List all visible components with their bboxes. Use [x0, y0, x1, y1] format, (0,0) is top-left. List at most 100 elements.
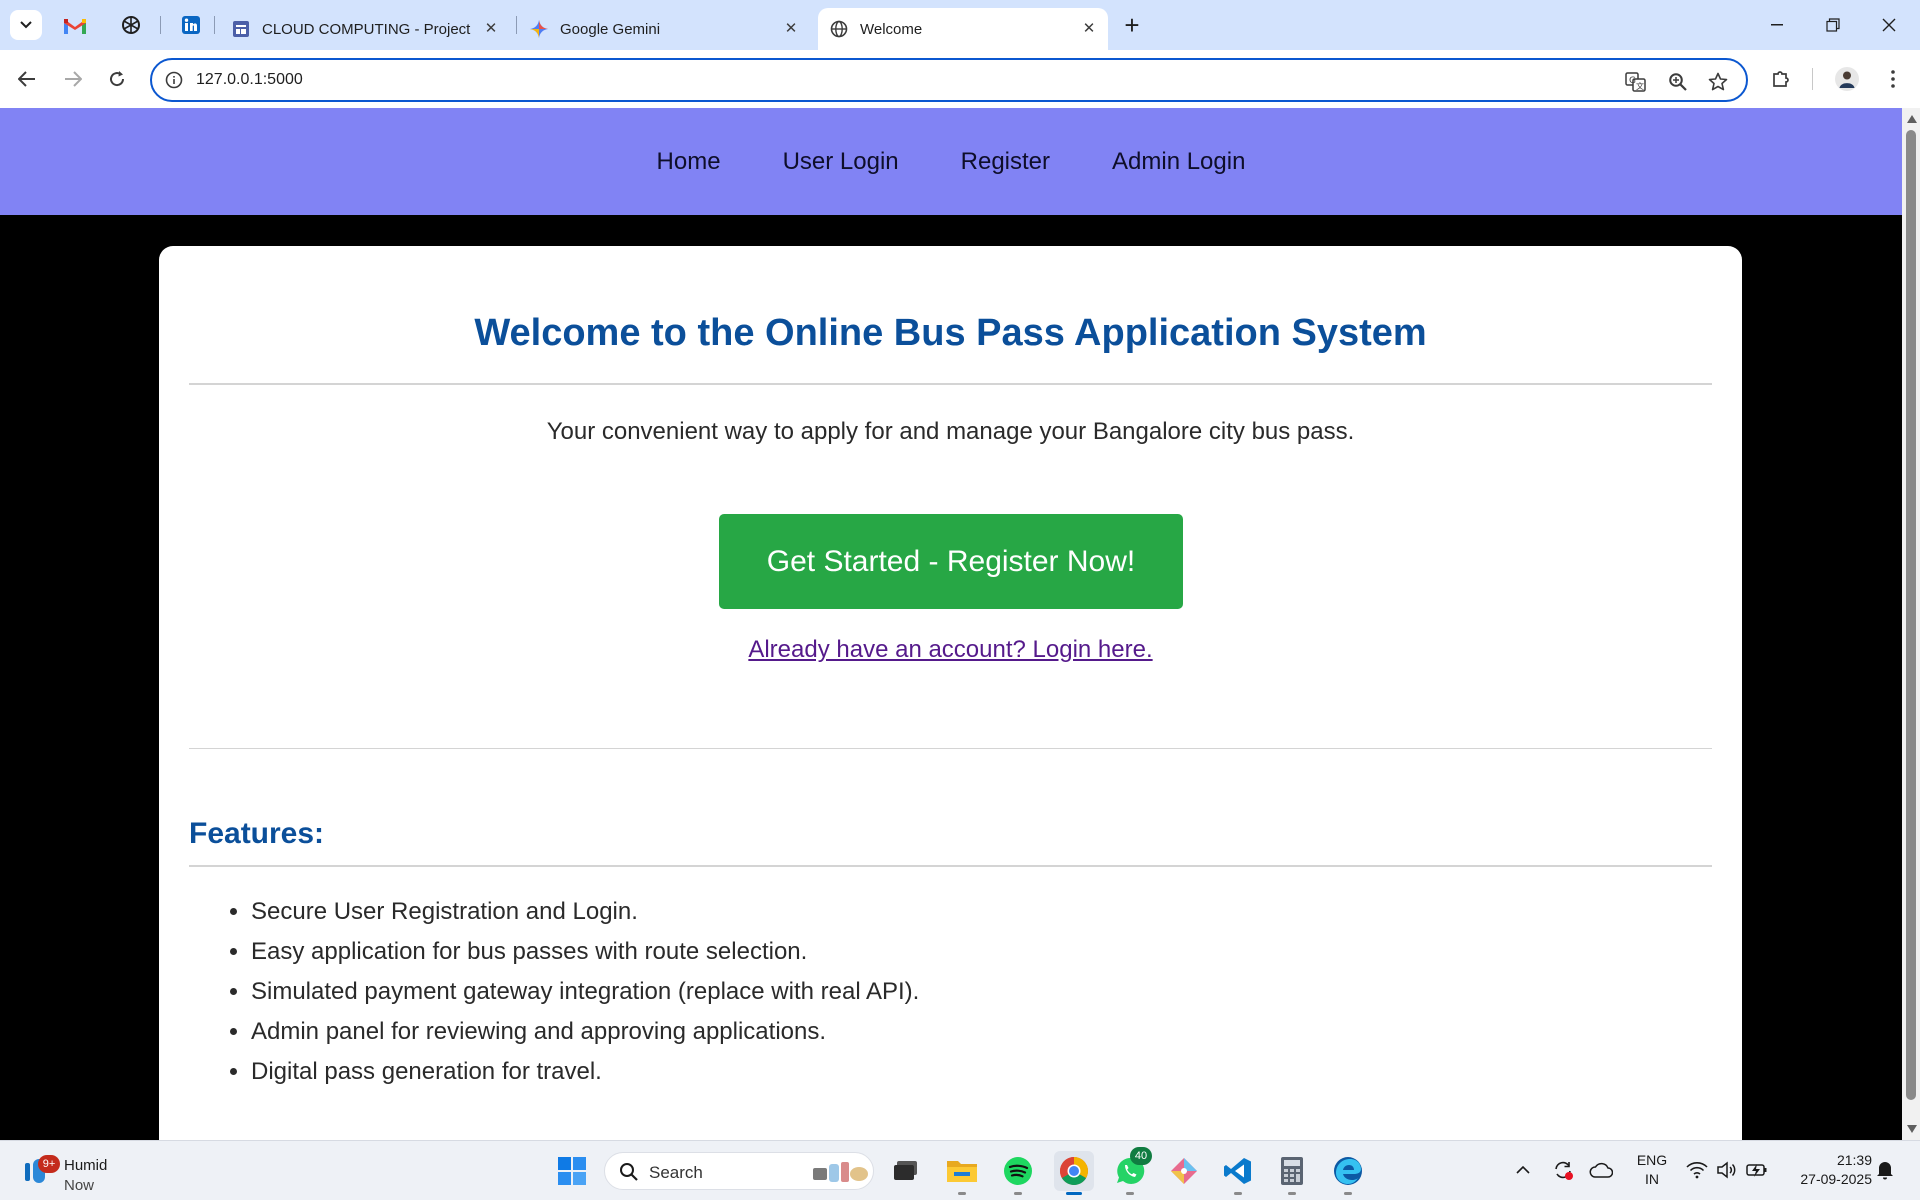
notifications-button[interactable]	[1870, 1155, 1900, 1185]
weather-widget[interactable]: 9+ Humid Now	[20, 1149, 130, 1194]
tab-separator	[160, 16, 161, 34]
list-item: Digital pass generation for travel.	[251, 1058, 919, 1098]
close-tab-icon[interactable]: ✕	[782, 20, 800, 38]
features-list: Secure User Registration and Login. Easy…	[251, 898, 919, 1098]
close-tab-icon[interactable]: ✕	[482, 20, 500, 38]
spotify-button[interactable]	[998, 1151, 1038, 1195]
show-hidden-icons-button[interactable]	[1508, 1155, 1538, 1185]
scroll-down-arrow-icon[interactable]	[1907, 1125, 1917, 1133]
restore-icon	[1826, 18, 1840, 32]
battery-charging-icon	[1746, 1164, 1767, 1177]
address-bar[interactable]: G文	[150, 58, 1748, 102]
running-indicator	[1014, 1192, 1022, 1195]
profile-button[interactable]	[1830, 62, 1864, 96]
date: 27-09-2025	[1800, 1171, 1872, 1187]
calculator-icon	[1281, 1157, 1303, 1185]
linkedin-icon	[182, 16, 200, 34]
region-code: IN	[1645, 1171, 1659, 1187]
gemini-icon	[530, 20, 548, 38]
tab-welcome[interactable]: Welcome ✕	[818, 8, 1108, 50]
notification-badge: 9+	[38, 1155, 60, 1173]
nav-admin-login[interactable]: Admin Login	[1112, 148, 1245, 176]
search-label: Search	[649, 1163, 703, 1182]
running-indicator	[1288, 1192, 1296, 1195]
chrome-button[interactable]	[1054, 1151, 1094, 1195]
avatar	[1835, 67, 1859, 91]
site-info-icon[interactable]	[164, 70, 184, 90]
sync-status-button[interactable]	[1548, 1155, 1578, 1185]
start-button[interactable]	[552, 1151, 592, 1191]
bookmark-star-icon[interactable]	[1706, 70, 1730, 94]
nav-home[interactable]: Home	[657, 148, 721, 176]
task-view-button[interactable]	[886, 1151, 926, 1191]
input-language-indicator[interactable]: ENG IN	[1632, 1151, 1672, 1189]
forward-button[interactable]	[56, 62, 90, 96]
list-item: Easy application for bus passes with rou…	[251, 938, 919, 978]
pinned-tab-chatgpt[interactable]	[118, 12, 144, 38]
tab-title: CLOUD COMPUTING - Project	[262, 20, 471, 38]
translate-icon[interactable]: G文	[1624, 70, 1648, 94]
tab-title: Google Gemini	[560, 20, 661, 38]
tab-cloud-computing[interactable]: CLOUD COMPUTING - Project ✕	[220, 8, 510, 50]
tab-search-button[interactable]	[10, 10, 42, 40]
section-divider	[189, 748, 1712, 749]
page-title: Welcome to the Online Bus Pass Applicati…	[474, 312, 1427, 354]
tab-google-gemini[interactable]: Google Gemini ✕	[518, 8, 810, 50]
extensions-button[interactable]	[1764, 62, 1798, 96]
vscode-button[interactable]	[1218, 1151, 1258, 1195]
battery-button[interactable]	[1742, 1155, 1772, 1185]
login-link[interactable]: Already have an account? Login here.	[189, 636, 1712, 664]
tab-separator	[214, 16, 215, 34]
url-input[interactable]	[196, 68, 1496, 92]
edge-button[interactable]	[1328, 1151, 1368, 1195]
pinned-tab-gmail[interactable]	[62, 12, 88, 38]
running-indicator	[1344, 1192, 1352, 1195]
globe-icon	[830, 20, 848, 38]
task-view-icon	[894, 1161, 917, 1180]
back-button[interactable]	[10, 62, 44, 96]
forms-icon	[232, 20, 250, 38]
running-indicator	[1126, 1192, 1134, 1195]
onedrive-button[interactable]	[1586, 1155, 1616, 1185]
nav-register[interactable]: Register	[961, 148, 1050, 176]
more-vert-icon	[1891, 70, 1895, 88]
chevron-up-icon	[1516, 1166, 1530, 1174]
scroll-up-arrow-icon[interactable]	[1907, 115, 1917, 123]
toolbar-separator	[1812, 68, 1813, 90]
language-code: ENG	[1636, 1152, 1668, 1168]
close-window-button[interactable]	[1866, 8, 1912, 42]
nav-user-login[interactable]: User Login	[783, 148, 899, 176]
minimize-button[interactable]	[1754, 8, 1800, 42]
new-tab-button[interactable]: +	[1118, 12, 1146, 40]
chatgpt-icon	[122, 16, 140, 34]
whatsapp-button[interactable]: 40	[1110, 1147, 1152, 1195]
volume-icon	[1717, 1161, 1736, 1179]
clock[interactable]: 21:39 27-09-2025	[1782, 1151, 1872, 1189]
spotify-icon	[1004, 1157, 1032, 1185]
minimize-icon	[1771, 24, 1783, 26]
taskbar: 9+ Humid Now Search 40 ENG IN 21:39 27-0…	[0, 1140, 1920, 1200]
running-indicator	[958, 1192, 966, 1195]
calculator-button[interactable]	[1272, 1151, 1312, 1195]
wifi-button[interactable]	[1682, 1155, 1712, 1185]
running-indicator	[1234, 1192, 1242, 1195]
taskbar-search[interactable]: Search	[604, 1152, 874, 1190]
file-explorer-button[interactable]	[942, 1151, 982, 1195]
snipping-tool-button[interactable]	[1164, 1151, 1204, 1191]
close-tab-icon[interactable]: ✕	[1080, 20, 1098, 38]
list-item: Admin panel for reviewing and approving …	[251, 1018, 919, 1058]
vscode-icon	[1224, 1158, 1251, 1184]
reload-icon	[110, 71, 125, 87]
page-scrollbar[interactable]	[1902, 108, 1920, 1140]
volume-button[interactable]	[1712, 1155, 1742, 1185]
zoom-icon[interactable]	[1666, 70, 1690, 94]
reload-button[interactable]	[100, 62, 134, 96]
edge-icon	[1334, 1157, 1362, 1185]
register-now-button[interactable]: Get Started - Register Now!	[719, 514, 1183, 609]
features-heading: Features:	[189, 817, 325, 850]
pinned-tab-linkedin[interactable]	[178, 12, 204, 38]
folder-icon	[947, 1161, 977, 1182]
scrollbar-thumb[interactable]	[1906, 130, 1916, 1100]
restore-button[interactable]	[1810, 8, 1856, 42]
browser-menu-button[interactable]	[1876, 62, 1910, 96]
